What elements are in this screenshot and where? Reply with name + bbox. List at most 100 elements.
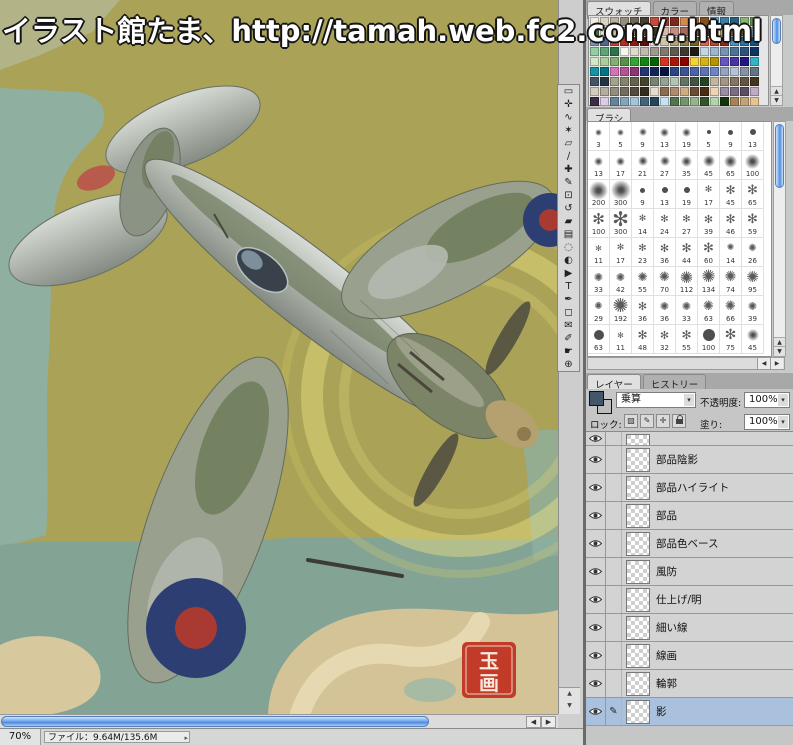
brush-preset[interactable]: ✺ 29 xyxy=(588,296,610,325)
brush-preset[interactable]: 19 xyxy=(676,122,698,151)
color-swatch[interactable] xyxy=(650,57,659,66)
shape-tool[interactable]: ◻ xyxy=(558,306,579,319)
layer-thumbnail[interactable] xyxy=(626,503,650,528)
brush-preset[interactable]: ✺ 26 xyxy=(742,238,764,267)
chevron-down-icon[interactable]: ▾ xyxy=(684,394,694,406)
brush-preset[interactable]: ✺ 55 xyxy=(632,267,654,296)
gradient-tool[interactable]: ▤ xyxy=(558,228,579,241)
color-swatch[interactable] xyxy=(750,97,759,106)
brush-preset[interactable]: ✻ 65 xyxy=(742,180,764,209)
brush-preset[interactable]: 9 xyxy=(720,122,742,151)
color-swatch[interactable] xyxy=(640,97,649,106)
color-swatch[interactable] xyxy=(650,77,659,86)
layer-visibility-toggle[interactable] xyxy=(586,558,606,585)
layer-visibility-toggle[interactable] xyxy=(586,474,606,501)
color-swatch[interactable] xyxy=(720,57,729,66)
color-swatch[interactable] xyxy=(690,97,699,106)
fill-field[interactable]: 100% ▾ xyxy=(744,414,790,430)
brush-preset[interactable]: ✻ 17 xyxy=(698,180,720,209)
color-swatch[interactable] xyxy=(690,67,699,76)
scroll-down-icon[interactable]: ▼ xyxy=(774,346,785,356)
zoom-tool[interactable]: ⊕ xyxy=(558,358,579,371)
brush-preset[interactable]: ✺ 112 xyxy=(676,267,698,296)
layer-row[interactable] xyxy=(586,432,793,446)
layer-thumbnail[interactable] xyxy=(626,643,650,668)
color-swatch[interactable] xyxy=(640,57,649,66)
layer-row[interactable]: 輪郭 xyxy=(586,670,793,698)
layer-row[interactable]: 部品陰影 xyxy=(586,446,793,474)
color-swatch[interactable] xyxy=(660,57,669,66)
color-swatch[interactable] xyxy=(630,77,639,86)
brush-preset[interactable]: ✻ 48 xyxy=(632,325,654,354)
color-swatch[interactable] xyxy=(700,77,709,86)
status-popup-arrow-icon[interactable]: ▸ xyxy=(184,732,188,744)
notes-tool[interactable]: ✉ xyxy=(558,319,579,332)
brush-preset[interactable]: ✺ 70 xyxy=(654,267,676,296)
magic-wand-tool[interactable]: ✶ xyxy=(558,124,579,137)
scroll-right-icon[interactable]: ▶ xyxy=(770,358,783,369)
layer-visibility-toggle[interactable] xyxy=(586,502,606,529)
brush-preset[interactable]: 5 xyxy=(698,122,720,151)
canvas-horizontal-scrollbar[interactable]: ◀ ▶ xyxy=(0,714,558,728)
color-swatch[interactable] xyxy=(690,87,699,96)
color-swatch[interactable] xyxy=(590,87,599,96)
brush-tool[interactable]: ✎ xyxy=(558,176,579,189)
color-swatch[interactable] xyxy=(730,87,739,96)
lock-pixels-button[interactable]: ✎ xyxy=(640,414,654,428)
color-swatch[interactable] xyxy=(590,67,599,76)
lock-transparency-button[interactable]: ▨ xyxy=(624,414,638,428)
color-swatch[interactable] xyxy=(740,77,749,86)
brush-preset[interactable]: ✻ 24 xyxy=(654,209,676,238)
brush-preset[interactable]: 19 xyxy=(676,180,698,209)
brush-preset[interactable]: ✻ 27 xyxy=(676,209,698,238)
document-canvas[interactable]: 玉 画 xyxy=(0,0,558,714)
brush-preset[interactable]: 63 xyxy=(588,325,610,354)
color-swatch[interactable] xyxy=(750,77,759,86)
healing-brush-tool[interactable]: ✚ xyxy=(558,163,579,176)
brush-preset[interactable]: ✺ 33 xyxy=(676,296,698,325)
brush-preset[interactable]: 45 xyxy=(742,325,764,354)
lock-all-button[interactable] xyxy=(672,414,686,428)
brush-preset[interactable]: ✻ 11 xyxy=(588,238,610,267)
color-swatch[interactable] xyxy=(730,57,739,66)
color-swatch[interactable] xyxy=(620,77,629,86)
layer-row[interactable]: 部品色ベース xyxy=(586,530,793,558)
layer-thumbnail[interactable] xyxy=(626,531,650,556)
color-swatch[interactable] xyxy=(660,77,669,86)
brush-preset[interactable]: ✺ 14 xyxy=(720,238,742,267)
color-swatch[interactable] xyxy=(730,67,739,76)
vertical-scroll-arrows[interactable]: ▲ ▼ xyxy=(559,687,580,714)
brush-preset[interactable]: 35 xyxy=(676,151,698,180)
color-swatch[interactable] xyxy=(670,57,679,66)
color-swatch[interactable] xyxy=(750,87,759,96)
layer-row[interactable]: 部品 xyxy=(586,502,793,530)
scroll-left-icon[interactable]: ◀ xyxy=(757,358,770,369)
chevron-down-icon[interactable]: ▾ xyxy=(778,416,788,428)
blur-tool[interactable]: ◌ xyxy=(558,241,579,254)
color-swatch[interactable] xyxy=(700,57,709,66)
slice-tool[interactable]: ∕ xyxy=(558,150,579,163)
brush-preset[interactable]: ✻ 45 xyxy=(720,180,742,209)
layer-visibility-toggle[interactable] xyxy=(586,698,606,725)
brush-preset[interactable]: 13 xyxy=(742,122,764,151)
brush-preset[interactable]: 100 xyxy=(698,325,720,354)
color-swatch[interactable] xyxy=(600,87,609,96)
color-swatch[interactable] xyxy=(710,97,719,106)
brushes-scroll-thumb[interactable] xyxy=(775,124,784,188)
color-swatch[interactable] xyxy=(720,97,729,106)
color-swatch[interactable] xyxy=(750,57,759,66)
color-swatch[interactable] xyxy=(720,77,729,86)
brush-preset[interactable]: ✻ 75 xyxy=(720,325,742,354)
color-swatch[interactable] xyxy=(620,87,629,96)
brush-preset[interactable]: ✻ 23 xyxy=(632,238,654,267)
color-swatch[interactable] xyxy=(660,87,669,96)
layer-thumbnail[interactable] xyxy=(626,475,650,500)
color-swatch[interactable] xyxy=(650,67,659,76)
color-swatch[interactable] xyxy=(680,77,689,86)
color-swatch[interactable] xyxy=(630,87,639,96)
color-swatch[interactable] xyxy=(600,57,609,66)
brush-preset[interactable]: 9 xyxy=(632,122,654,151)
brush-preset[interactable]: ✻ 39 xyxy=(698,209,720,238)
dodge-tool[interactable]: ◐ xyxy=(558,254,579,267)
color-swatch[interactable] xyxy=(590,77,599,86)
